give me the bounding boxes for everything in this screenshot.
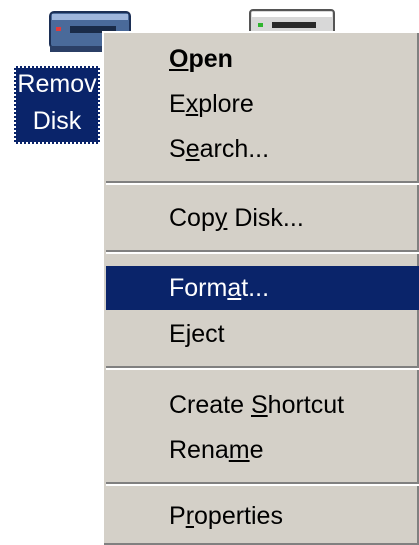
menu-item-label: arch...: [199, 135, 270, 163]
access-key: O: [169, 45, 189, 73]
access-key: x: [185, 90, 199, 118]
menu-item-search[interactable]: Search...: [106, 131, 419, 168]
menu-item-label: hortcut: [267, 391, 345, 419]
access-key: y: [214, 204, 228, 232]
menu-item-label: plore: [198, 90, 254, 118]
access-key: r: [185, 502, 195, 530]
menu-item-label: Rena: [169, 436, 229, 464]
menu-item-label: P: [169, 502, 186, 530]
menu-separator: [106, 482, 419, 486]
access-key: e: [185, 135, 200, 163]
icon-label[interactable]: Remov Disk: [14, 66, 100, 144]
menu-item-open[interactable]: Open: [106, 41, 419, 78]
menu-item-format[interactable]: Format...: [106, 266, 419, 310]
menu-item-label: operties: [194, 502, 283, 530]
context-menu: Open Explore Search... Copy Disk... Form…: [102, 31, 419, 545]
menu-item-label: pen: [188, 45, 233, 73]
menu-item-label: E: [169, 320, 186, 348]
menu-item-label: t...: [241, 274, 270, 302]
menu-item-label: e: [249, 436, 264, 464]
menu-separator: [106, 250, 419, 254]
menu-item-label: Disk...: [227, 204, 304, 232]
menu-item-label: ect: [191, 320, 225, 348]
access-key: a: [227, 274, 242, 302]
menu-item-label: E: [169, 90, 186, 118]
menu-item-explore[interactable]: Explore: [106, 86, 419, 123]
menu-item-label: S: [169, 135, 186, 163]
access-key: m: [228, 436, 250, 464]
menu-item-create-shortcut[interactable]: Create Shortcut: [106, 387, 419, 424]
menu-separator: [106, 366, 419, 370]
menu-item-copy-disk[interactable]: Copy Disk...: [106, 200, 419, 237]
menu-separator: [106, 181, 419, 185]
menu-item-rename[interactable]: Rename: [106, 432, 419, 469]
menu-item-label: Cop: [169, 204, 215, 232]
access-key: S: [250, 391, 268, 419]
menu-item-properties[interactable]: Properties: [106, 498, 419, 535]
menu-item-label: Create: [169, 391, 251, 419]
menu-item-label: Form: [169, 274, 228, 302]
menu-item-eject[interactable]: Eject: [106, 316, 419, 353]
